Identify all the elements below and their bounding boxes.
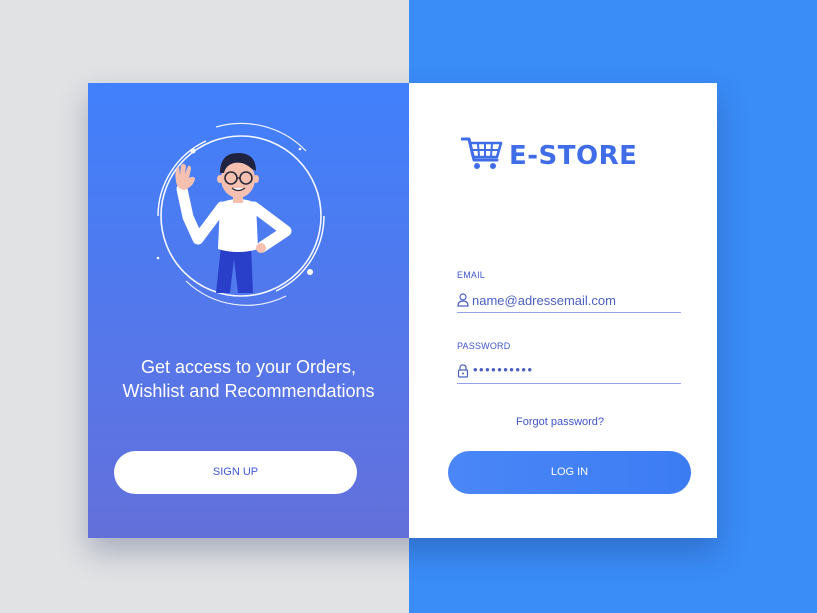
password-input[interactable]: ••••••••••	[473, 362, 534, 377]
password-field[interactable]: ••••••••••	[457, 361, 681, 384]
store-logo: E-STORE	[461, 136, 661, 176]
lock-icon	[457, 364, 469, 378]
tagline-line-1: Get access to your Orders,	[140, 357, 357, 377]
email-label: EMAIL	[457, 270, 486, 280]
welcome-panel: Get access to your Orders, Wishlist and …	[88, 83, 409, 538]
waving-person-illustration	[156, 122, 325, 306]
email-field[interactable]	[457, 290, 681, 313]
tagline: Get access to your Orders, Wishlist and …	[88, 355, 396, 403]
password-label: PASSWORD	[457, 341, 511, 351]
log-in-button[interactable]: LOG IN	[448, 451, 691, 494]
sign-up-button[interactable]: SIGN UP	[114, 451, 357, 494]
user-icon	[457, 293, 469, 307]
tagline-line-2: Wishlist and Recommendations	[122, 381, 375, 401]
brand-name: E-STORE	[509, 141, 638, 171]
forgot-password-link[interactable]: Forgot password?	[516, 416, 604, 428]
email-input[interactable]	[471, 290, 680, 310]
login-panel: E-STORE EMAIL PASSWORD •••••••••• Forgot…	[409, 83, 717, 538]
shopping-cart-icon	[461, 137, 503, 169]
